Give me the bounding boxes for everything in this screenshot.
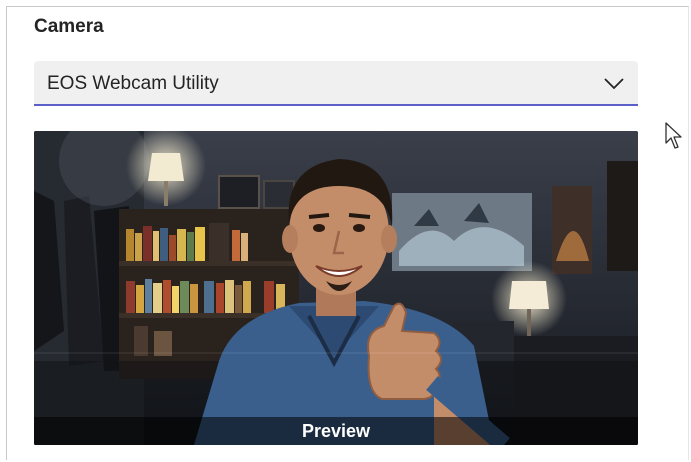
camera-preview-image [34, 131, 638, 445]
camera-device-value: EOS Webcam Utility [47, 73, 219, 94]
mouse-pointer-icon [665, 122, 682, 149]
preview-caption-bar: Preview [34, 417, 638, 445]
camera-device-select[interactable]: EOS Webcam Utility [34, 61, 638, 106]
camera-heading: Camera [34, 16, 104, 37]
camera-preview: Preview [34, 131, 638, 445]
chevron-down-icon [604, 78, 624, 90]
preview-label: Preview [301, 420, 371, 441]
